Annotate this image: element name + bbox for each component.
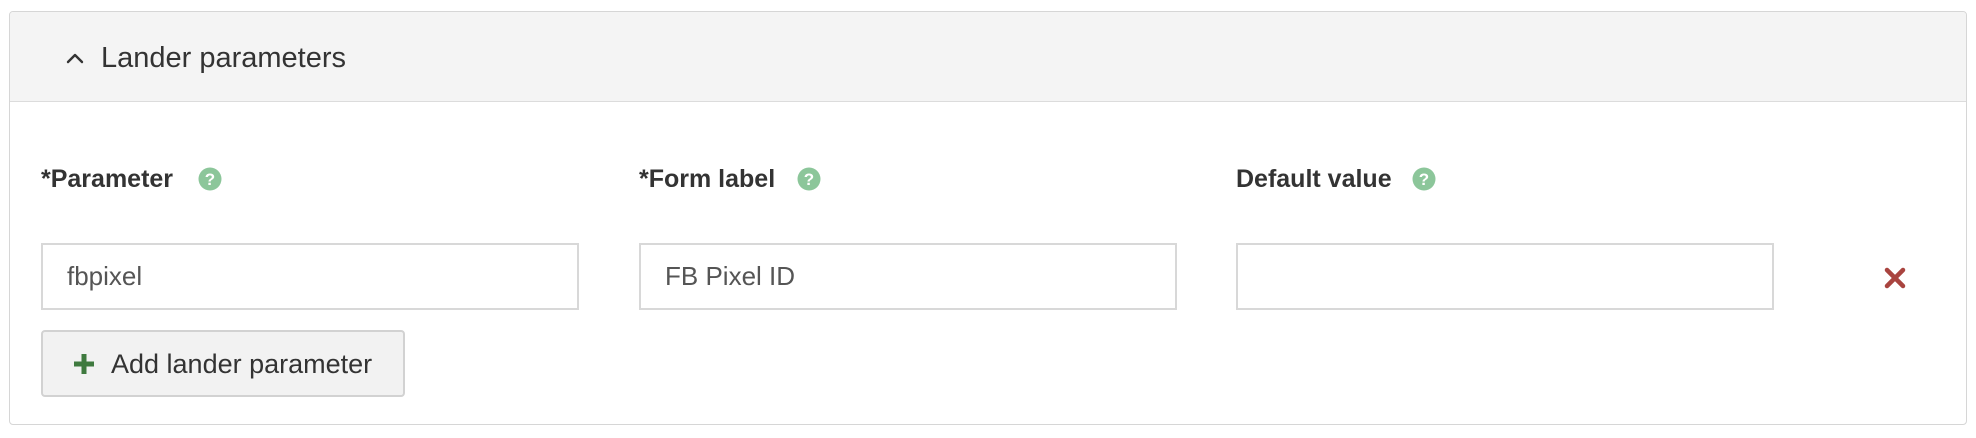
default-value-input[interactable] (1236, 243, 1774, 310)
svg-text:?: ? (804, 170, 814, 189)
form-label-input[interactable] (639, 243, 1177, 310)
plus-icon (74, 354, 94, 374)
panel-title: Lander parameters (101, 42, 347, 74)
default-value-label: Default value (1236, 165, 1392, 193)
form-label-label: *Form label (639, 165, 776, 193)
panel-header[interactable]: Lander parameters (10, 12, 1966, 102)
parameter-input[interactable] (41, 243, 579, 310)
add-lander-parameter-label: Add lander parameter (111, 349, 373, 379)
remove-x-icon[interactable] (1884, 267, 1906, 289)
svg-text:?: ? (205, 170, 215, 189)
lander-parameters-panel: Lander parameters *Parameter ? *Form lab… (9, 11, 1967, 425)
parameter-label: *Parameter (41, 165, 174, 193)
svg-text:?: ? (1419, 170, 1429, 189)
question-circle-icon[interactable]: ? (1412, 167, 1436, 191)
chevron-up-icon[interactable] (64, 47, 86, 69)
question-circle-icon[interactable]: ? (797, 167, 821, 191)
question-circle-icon[interactable]: ? (198, 167, 222, 191)
add-lander-parameter-button[interactable]: Add lander parameter (41, 330, 405, 397)
